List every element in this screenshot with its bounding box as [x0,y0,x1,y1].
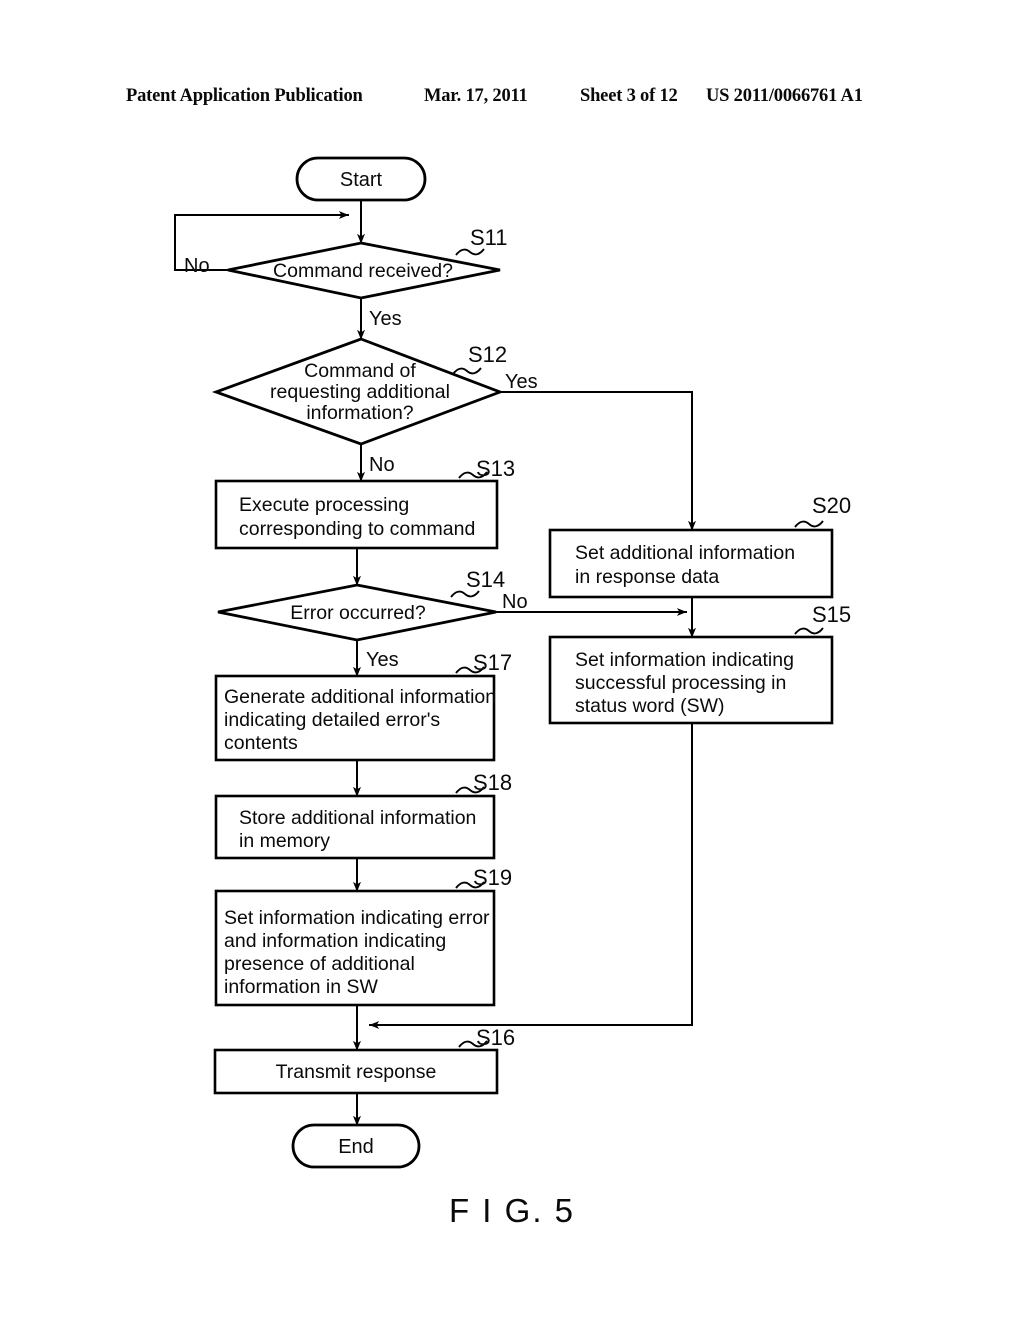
process-s17-line2: indicating detailed error's [224,709,440,731]
branch-label-s14-yes: Yes [366,649,399,671]
step-label-s13: S13 [476,456,515,481]
step-label-s17: S17 [473,650,512,675]
process-s13-line1: Execute processing [239,494,409,516]
process-s20-line2: in response data [575,566,719,588]
branch-label-s11-no: No [184,255,210,277]
branch-label-s11-yes: Yes [369,308,402,330]
branch-label-s12-yes: Yes [505,371,538,393]
step-label-s16: S16 [476,1025,515,1050]
figure-caption: F I G. 5 [448,1192,576,1229]
process-s20-line1: Set additional information [575,542,795,564]
patent-figure-page: Patent Application Publication Mar. 17, … [0,0,1024,1320]
lead-line-s20 [794,520,824,528]
decision-s12-line3: information? [306,402,413,424]
process-s19-line2: and information indicating [224,930,446,952]
process-s15-line2: successful processing in [575,672,786,694]
decision-s12-line2: requesting additional [270,381,450,403]
process-s16-text: Transmit response [276,1061,437,1083]
process-s17-line3: contents [224,732,298,754]
process-s15-line1: Set information indicating [575,649,794,671]
branch-label-s12-no: No [369,454,395,476]
terminal-end-label: End [338,1136,374,1158]
process-s17-line1: Generate additional information [224,686,496,708]
step-label-s14: S14 [466,567,505,592]
decision-s14-text: Error occurred? [290,602,426,624]
process-s19-line3: presence of additional [224,953,415,975]
process-s18-line2: in memory [239,830,330,852]
step-label-s12: S12 [468,342,507,367]
process-s19-line4: information in SW [224,976,378,998]
step-label-s11: S11 [470,225,508,250]
flowchart: Start End Command received? S11 No Yes C… [174,156,851,1169]
process-s19-line1: Set information indicating error [224,907,490,929]
process-s13-line2: corresponding to command [239,518,475,540]
step-label-s18: S18 [473,770,512,795]
process-s18-line1: Store additional information [239,807,476,829]
step-label-s20: S20 [812,493,851,518]
decision-s11-text: Command received? [273,260,453,282]
process-s15-line3: status word (SW) [575,695,725,717]
step-label-s15: S15 [812,602,851,627]
terminal-start-label: Start [340,169,383,191]
connector-s12-yes-to-s20 [499,391,696,531]
decision-s12-line1: Command of [304,360,416,382]
step-label-s19: S19 [473,865,512,890]
lead-line-s12 [452,367,482,375]
lead-line-s15 [794,627,824,635]
branch-label-s14-no: No [502,591,528,613]
